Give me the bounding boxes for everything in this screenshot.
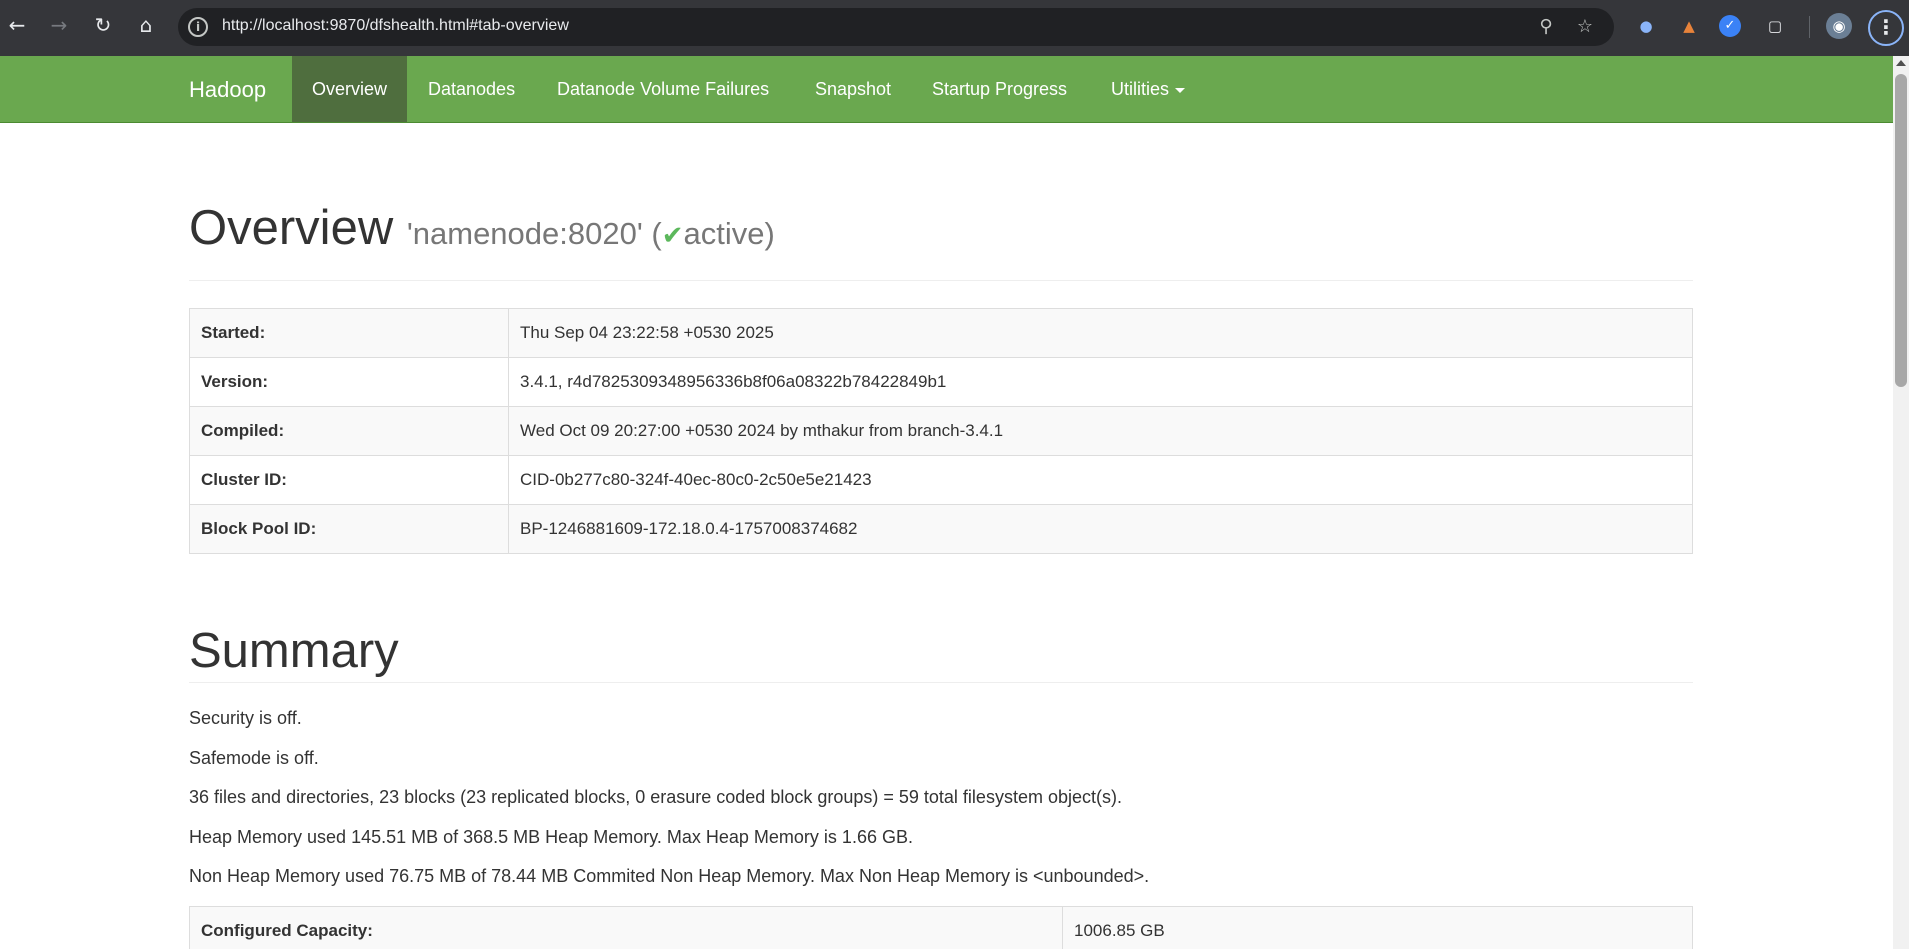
overview-table: Started: Thu Sep 04 23:22:58 +0530 2025 V… [189,308,1693,554]
reload-icon[interactable]: ↻ [88,10,118,40]
caret-down-icon [1175,87,1186,93]
row-value: 3.4.1, r4d7825309348956336b8f06a08322b78… [508,357,1693,407]
page-title: Overview 'namenode:8020' (✔active) [189,204,775,253]
row-label: Cluster ID: [189,455,509,505]
non-heap-memory: Non Heap Memory used 76.75 MB of 78.44 M… [189,866,1150,886]
table-row: Started: Thu Sep 04 23:22:58 +0530 2025 [189,308,1693,358]
capacity-label: Configured Capacity: [189,906,1063,949]
hadoop-navbar: Hadoop Overview Datanodes Datanode Volum… [0,56,1893,123]
security-status: Security is off. [189,708,302,728]
back-arrow-icon[interactable]: ← [2,10,32,40]
extension-check-icon[interactable]: ✓ [1719,15,1741,37]
row-value: CID-0b277c80-324f-40ec-80c0-2c50e5e21423 [508,455,1693,505]
tab-datanode-volume-failures[interactable]: Datanode Volume Failures [537,56,789,122]
table-row: Cluster ID: CID-0b277c80-324f-40ec-80c0-2… [189,455,1693,505]
row-label: Started: [189,308,509,358]
table-row: Compiled: Wed Oct 09 20:27:00 +0530 2024 … [189,406,1693,456]
table-row: Version: 3.4.1, r4d7825309348956336b8f06a… [189,357,1693,407]
browser-toolbar: ← → ↻ ⌂ i http://localhost:9870/dfshealt… [0,0,1909,56]
bookmark-star-icon[interactable]: ☆ [1572,14,1598,40]
status-active: active [683,216,765,251]
row-value: Thu Sep 04 23:22:58 +0530 2025 [508,308,1693,358]
brand-link[interactable]: Hadoop [189,56,266,123]
tab-snapshot[interactable]: Snapshot [795,56,911,122]
zoom-icon[interactable]: ⚲ [1533,14,1559,40]
menu-kebab-icon[interactable]: ⋮ [1868,10,1904,46]
site-info-icon[interactable]: i [188,17,208,37]
scrollbar-thumb[interactable] [1895,74,1907,387]
status-close: ) [764,216,775,251]
capacity-value: 1006.85 GB [1062,906,1693,949]
address-url[interactable]: http://localhost:9870/dfshealth.html#tab… [222,17,569,35]
namenode-host: 'namenode:8020' (✔active) [407,216,775,251]
row-value: Wed Oct 09 20:27:00 +0530 2024 by mthaku… [508,406,1693,456]
row-label: Version: [189,357,509,407]
address-bar[interactable]: i http://localhost:9870/dfshealth.html#t… [178,8,1614,46]
page-scrollbar[interactable] [1893,56,1909,949]
host-label: 'namenode:8020' ( [406,216,662,251]
extension-fox-icon[interactable]: ▲ [1676,13,1702,39]
toolbar-divider [1809,16,1810,38]
filesystem-objects: 36 files and directories, 23 blocks (23 … [189,787,1122,807]
tab-overview[interactable]: Overview [292,56,408,122]
summary-header: Summary [189,600,1693,683]
profile-avatar-icon[interactable]: ◉ [1826,13,1852,39]
scroll-up-arrow-icon[interactable] [1896,60,1906,66]
extension-blue-icon[interactable]: ● [1633,13,1659,39]
overview-title: Overview [189,201,394,255]
safemode-status: Safemode is off. [189,748,319,768]
utilities-dropdown[interactable]: Utilities [1091,56,1205,122]
home-icon[interactable]: ⌂ [131,10,161,40]
summary-title: Summary [189,624,399,678]
utilities-label: Utilities [1111,79,1170,99]
tab-startup-progress[interactable]: Startup Progress [912,56,1087,122]
tab-datanodes[interactable]: Datanodes [408,56,535,122]
capacity-table: Configured Capacity: 1006.85 GB [189,906,1693,949]
checkmark-icon: ✔ [661,220,684,250]
row-label: Block Pool ID: [189,504,509,554]
forward-arrow-icon[interactable]: → [44,10,74,40]
row-label: Compiled: [189,406,509,456]
heap-memory: Heap Memory used 145.51 MB of 368.5 MB H… [189,827,913,847]
overview-header: Overview 'namenode:8020' (✔active) [189,201,1693,281]
extensions-icon[interactable]: ▢ [1762,13,1788,39]
row-value: BP-1246881609-172.18.0.4-1757008374682 [508,504,1693,554]
table-row: Configured Capacity: 1006.85 GB [189,906,1693,949]
table-row: Block Pool ID: BP-1246881609-172.18.0.4-1… [189,504,1693,554]
